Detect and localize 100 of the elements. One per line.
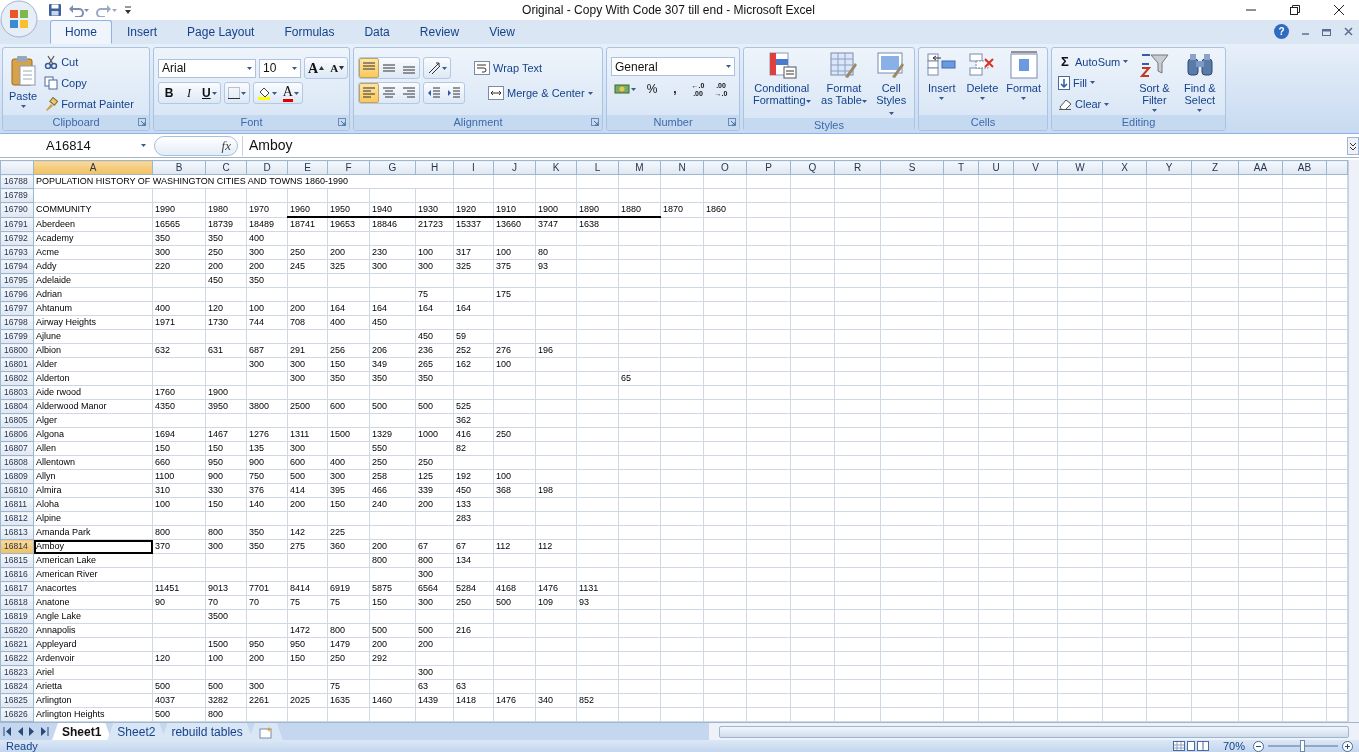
column-header[interactable]: E [287,160,328,175]
column-header[interactable]: K [535,160,577,175]
previous-sheet-icon[interactable] [17,727,23,736]
ribbon-tab[interactable]: Data [349,20,405,44]
clear-button[interactable]: Clear [1056,96,1131,113]
cell-text: 134 [453,553,494,568]
copy-button[interactable]: Copy [42,75,136,91]
number-format-field[interactable]: General [611,57,735,76]
sheet-tab[interactable]: Sheet1 [52,723,112,740]
next-sheet-icon[interactable] [29,727,35,736]
column-header[interactable]: S [880,160,944,175]
format-as-table-button[interactable]: Format as Table [818,51,870,118]
horizontal-scrollbar[interactable] [708,723,1359,740]
formula-field[interactable]: Amboy [242,135,1343,156]
column-header[interactable]: U [978,160,1014,175]
column-header[interactable]: B [152,160,206,175]
shrink-font-button[interactable]: A [327,58,348,78]
cell-styles-button[interactable]: Cell Styles [872,51,910,118]
restore-icon[interactable] [1289,4,1301,16]
close-workbook-icon[interactable] [1344,27,1353,36]
format-button[interactable]: Format [1004,51,1043,115]
normal-view-icon[interactable] [1172,741,1185,751]
column-header[interactable]: Z [1191,160,1239,175]
customize-toolbar-icon[interactable] [124,5,132,15]
cut-button[interactable]: Cut [42,53,136,70]
ribbon-tab[interactable]: Insert [112,20,173,44]
sheet-tab[interactable]: rebuild tables [161,723,253,740]
zoom-level[interactable]: 70% [1222,740,1245,752]
column-header[interactable]: M [618,160,661,175]
column-header[interactable]: Q [790,160,835,175]
insert-sheet-button[interactable] [248,723,283,740]
column-header[interactable]: T [943,160,979,175]
dialog-launcher-icon[interactable] [591,118,599,126]
column-header[interactable]: O [703,160,747,175]
cell-text: 1920 [453,202,494,217]
bold-button[interactable]: B [159,83,179,103]
grow-font-button[interactable]: A [305,58,328,78]
insert-function-button[interactable]: fx [154,135,238,156]
column-header[interactable]: I [453,160,494,175]
column-header[interactable]: AB [1282,160,1327,175]
zoom-out-icon[interactable] [1253,740,1264,752]
ribbon-tab[interactable]: Page Layout [172,20,270,44]
comma-style-button[interactable]: , [665,79,685,99]
first-sheet-icon[interactable] [3,727,11,736]
undo-icon[interactable] [68,3,90,17]
column-header[interactable]: N [660,160,704,175]
column-header[interactable]: G [369,160,416,175]
autosum-button[interactable]: Σ AutoSum [1056,53,1131,70]
zoom-slider-thumb[interactable] [1299,740,1305,752]
redo-icon[interactable] [96,3,118,17]
last-sheet-icon[interactable] [41,727,49,736]
sort-filter-button[interactable]: Sort & Filter [1133,51,1176,115]
ribbon-tab[interactable]: Review [404,20,475,44]
paste-button[interactable]: Paste [7,55,40,115]
format-painter-button[interactable]: Format Painter [42,96,136,113]
delete-button[interactable]: Delete [963,51,1002,115]
active-cell[interactable]: Amboy [33,539,153,554]
sheet-tab[interactable]: Sheet2 [107,723,166,740]
font-size-field[interactable]: 10 [259,58,301,78]
zoom-in-icon[interactable] [1342,740,1353,752]
close-icon[interactable] [1333,4,1345,16]
column-header[interactable]: P [746,160,791,175]
column-header[interactable]: J [493,160,536,175]
font-name-field[interactable]: Arial [158,58,256,78]
left-align-button[interactable] [359,83,379,103]
help-button[interactable]: ? [1274,24,1289,39]
column-header[interactable]: L [576,160,619,175]
save-icon[interactable] [48,3,62,17]
column-header[interactable]: V [1013,160,1058,175]
column-header[interactable]: AA [1238,160,1283,175]
top-align-button[interactable] [359,58,379,78]
dialog-launcher-icon[interactable] [728,118,736,126]
ribbon-tab[interactable]: View [474,20,530,44]
column-header[interactable]: A [33,160,153,175]
ribbon-tab[interactable]: Formulas [269,20,350,44]
ribbon-tab[interactable]: Home [50,20,112,44]
vertical-scrollbar[interactable] [1348,160,1359,722]
fill-button[interactable]: Fill [1056,75,1131,91]
dialog-launcher-icon[interactable] [138,118,146,126]
page-break-view-icon[interactable] [1196,741,1209,751]
conditional-formatting-button[interactable]: Conditional Formatting [748,51,816,118]
column-header[interactable]: R [834,160,881,175]
column-header[interactable]: Y [1146,160,1192,175]
page-layout-view-icon[interactable] [1184,741,1197,751]
wrap-text-button[interactable]: Wrap Text [472,60,545,76]
expand-formula-bar-icon[interactable] [1347,136,1359,155]
dialog-launcher-icon[interactable] [338,118,346,126]
column-header[interactable]: X [1102,160,1147,175]
column-header[interactable]: W [1057,160,1103,175]
italic-button[interactable]: I [179,83,199,103]
column-header[interactable]: F [327,160,370,175]
restore-workbook-icon[interactable] [1322,27,1332,36]
column-header[interactable]: H [415,160,454,175]
percent-style-button[interactable]: % [642,79,662,99]
column-header[interactable]: C [205,160,247,175]
underline-button[interactable]: U [199,83,220,103]
insert-button[interactable]: Insert [923,51,961,115]
column-header[interactable]: D [246,160,288,175]
find-select-button[interactable]: Find & Select [1178,51,1221,115]
merge-center-button[interactable]: Merge & Center [486,85,595,101]
